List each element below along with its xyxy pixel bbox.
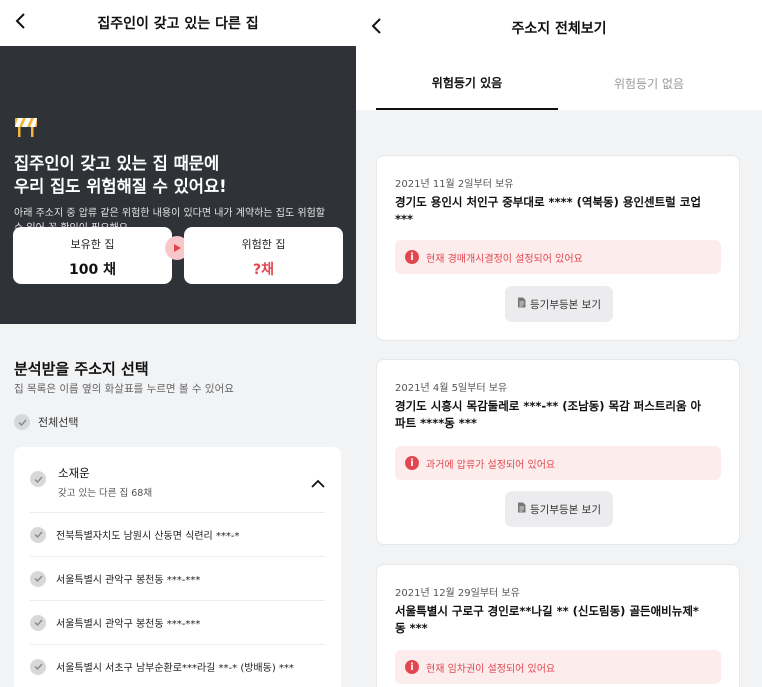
- document-icon: [517, 502, 526, 516]
- risky-houses-value: ?채: [252, 262, 274, 278]
- risk-alert: i 현재 경매개시결정이 설정되어 있어요: [395, 240, 721, 274]
- view-registry-button[interactable]: 등기부등본 보기: [505, 286, 613, 322]
- left-screen: 집주인이 갖고 있는 다른 집 집주인이 갖고 있는 집 때문에 우리 집도 위…: [0, 0, 356, 687]
- info-icon: i: [405, 660, 419, 674]
- check-icon[interactable]: [30, 570, 46, 587]
- list-item[interactable]: 서울특별시 관악구 봉천동 ***-***: [30, 556, 325, 600]
- chevron-up-icon[interactable]: [311, 473, 325, 492]
- property-card: 2021년 12월 29일부터 보유 서울특별시 구로구 경인로**나길 ** …: [376, 564, 740, 687]
- check-icon[interactable]: [30, 526, 46, 543]
- risk-alert-text: 과거에 압류가 설정되어 있어요: [426, 459, 556, 471]
- check-icon[interactable]: [14, 414, 30, 430]
- property-address: 경기도 시흥시 목감둘레로 ***-** (조남동) 목감 퍼스트리움 아 파트…: [395, 399, 702, 430]
- view-registry-label: 등기부등본 보기: [530, 298, 601, 311]
- select-all-label: 전체선택: [38, 416, 79, 429]
- check-icon[interactable]: [30, 471, 46, 487]
- list-item[interactable]: 서울특별시 서초구 남부순환로***라길 **-* (방배동) ***: [30, 644, 325, 687]
- risky-houses-card: 위험한 집 ?채: [184, 227, 343, 284]
- risk-alert: i 현재 임차권이 설정되어 있어요: [395, 650, 721, 684]
- select-all-toggle[interactable]: 전체선택: [14, 414, 78, 430]
- address-text: 서울특별시 관악구 봉천동 ***-***: [56, 619, 201, 630]
- owned-houses-value: 100 채: [69, 262, 116, 278]
- check-icon[interactable]: [30, 658, 46, 675]
- owner-row[interactable]: 소재운 갖고 있는 다른 집 68채: [30, 465, 152, 499]
- ownership-since: 2021년 4월 5일부터 보유: [395, 383, 508, 394]
- owned-houses-card: 보유한 집 100 채: [13, 227, 172, 284]
- back-arrow-icon[interactable]: [364, 14, 388, 38]
- info-icon: i: [405, 456, 419, 470]
- select-address-subtitle: 집 목록은 이름 옆의 화살표를 누르면 볼 수 있어요: [14, 383, 234, 395]
- back-arrow-icon[interactable]: [8, 9, 32, 33]
- right-header: 주소지 전체보기: [356, 0, 762, 56]
- list-item[interactable]: 서울특별시 관악구 봉천동 ***-***: [30, 600, 325, 644]
- view-registry-button[interactable]: 등기부등본 보기: [505, 491, 613, 527]
- ownership-since: 2021년 12월 29일부터 보유: [395, 588, 520, 599]
- page-title: 집주인이 갖고 있는 다른 집: [97, 16, 259, 32]
- select-address-title: 분석받을 주소지 선택: [14, 360, 149, 378]
- tab-risky-registry[interactable]: 위험등기 있음: [376, 56, 558, 110]
- owner-group-card: 소재운 갖고 있는 다른 집 68채 전북특별자치도 남원시 산동면 식련리 *…: [14, 447, 341, 687]
- property-address: 경기도 용인시 처인구 중부대로 **** (역북동) 용인센트럴 코업 ***: [395, 195, 701, 226]
- ownership-since: 2021년 11월 2일부터 보유: [395, 179, 514, 190]
- owner-house-count: 갖고 있는 다른 집 68채: [58, 488, 153, 499]
- headline: 집주인이 갖고 있는 집 때문에 우리 집도 위험해질 수 있어요!: [14, 154, 227, 196]
- left-header: 집주인이 갖고 있는 다른 집: [0, 0, 356, 46]
- tab-bar: 위험등기 있음 위험등기 없음: [356, 56, 762, 110]
- risk-alert: i 과거에 압류가 설정되어 있어요: [395, 446, 721, 480]
- risk-alert-text: 현재 경매개시결정이 설정되어 있어요: [426, 253, 583, 265]
- property-card: 2021년 4월 5일부터 보유 경기도 시흥시 목감둘레로 ***-** (조…: [376, 359, 740, 545]
- right-screen: 주소지 전체보기 위험등기 있음 위험등기 없음 2021년 11월 2일부터 …: [356, 0, 762, 687]
- risky-houses-label: 위험한 집: [241, 238, 286, 251]
- info-icon: i: [405, 250, 419, 264]
- address-text: 전북특별자치도 남원시 산동면 식련리 ***-*: [56, 531, 240, 542]
- barricade-icon: [14, 116, 40, 138]
- property-address: 서울특별시 구로구 경인로**나길 ** (신도림동) 골든애비뉴제* 동 **…: [395, 604, 699, 635]
- risk-alert-text: 현재 임차권이 설정되어 있어요: [426, 663, 556, 675]
- check-icon[interactable]: [30, 614, 46, 631]
- view-registry-label: 등기부등본 보기: [530, 503, 601, 516]
- address-text: 서울특별시 서초구 남부순환로***라길 **-* (방배동) ***: [56, 663, 294, 674]
- property-card: 2021년 11월 2일부터 보유 경기도 용인시 처인구 중부대로 **** …: [376, 155, 740, 341]
- document-icon: [517, 297, 526, 311]
- page-title: 주소지 전체보기: [511, 21, 607, 37]
- tab-no-risk-registry[interactable]: 위험등기 없음: [558, 56, 740, 110]
- list-item[interactable]: 전북특별자치도 남원시 산동면 식련리 ***-*: [30, 512, 325, 556]
- address-text: 서울특별시 관악구 봉천동 ***-***: [56, 575, 201, 586]
- owner-name: 소재운: [58, 466, 90, 480]
- owned-houses-label: 보유한 집: [70, 238, 115, 251]
